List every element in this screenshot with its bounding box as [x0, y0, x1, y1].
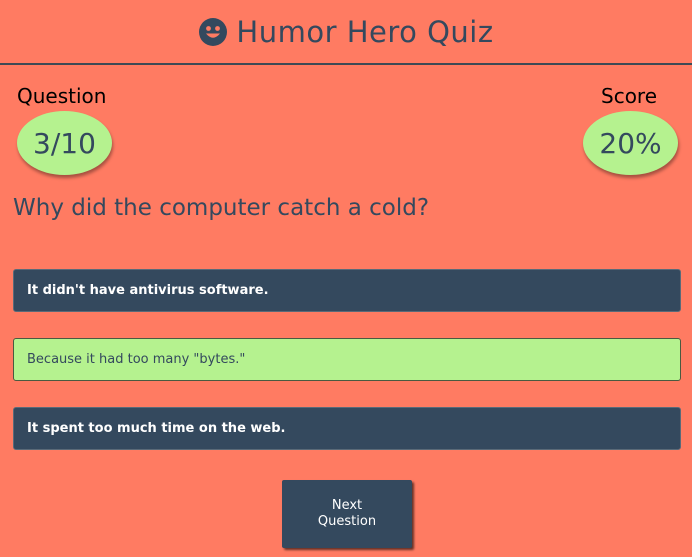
question-text: Why did the computer catch a cold?	[13, 195, 430, 221]
app-header: Humor Hero Quiz	[0, 0, 692, 65]
smiley-face-icon	[199, 17, 228, 46]
next-question-label-line2: Question	[317, 514, 377, 529]
question-counter-label: Question	[17, 84, 107, 108]
answer-option-2-correct[interactable]: Because it had too many "bytes."	[13, 338, 681, 381]
app-title: Humor Hero Quiz	[236, 14, 494, 49]
app-title-group: Humor Hero Quiz	[198, 15, 493, 49]
answer-option-1[interactable]: It didn't have antivirus software.	[13, 269, 681, 312]
next-question-label-line1: Next	[331, 498, 363, 513]
question-counter-value: 3/10	[17, 111, 112, 175]
next-question-button[interactable]: Next Question	[282, 480, 412, 548]
score-value: 20%	[583, 111, 678, 175]
score-label: Score	[601, 84, 658, 108]
answer-option-3[interactable]: It spent too much time on the web.	[13, 407, 681, 450]
